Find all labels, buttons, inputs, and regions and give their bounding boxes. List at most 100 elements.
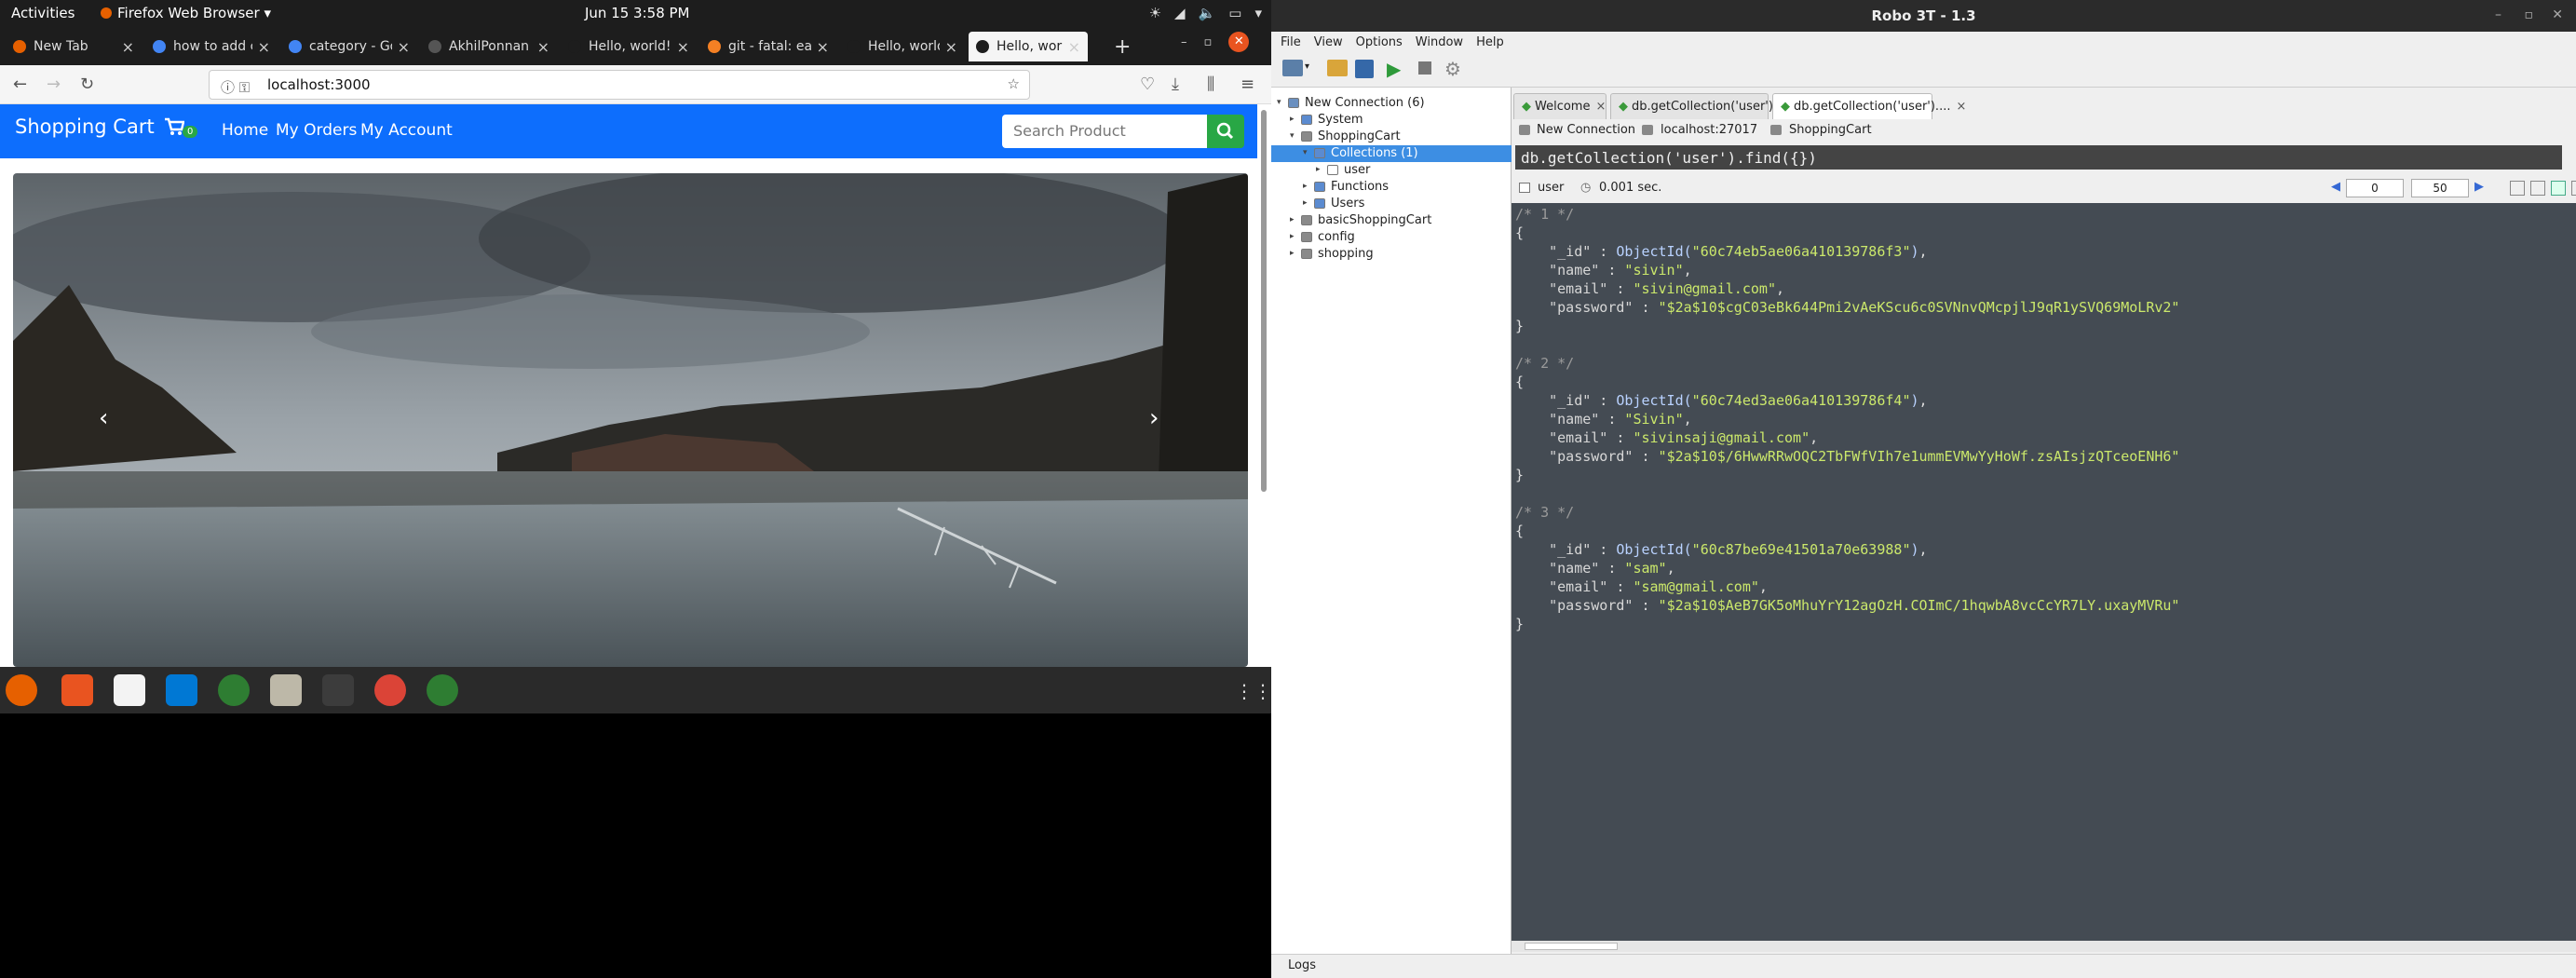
collapsed-arrow-icon[interactable]: ▸ bbox=[1290, 215, 1295, 224]
system-tray[interactable]: ☀ ◢ 🔈 ▭ ▾ bbox=[1149, 5, 1262, 21]
tree-node[interactable]: ▸ Functions bbox=[1271, 179, 1512, 196]
execute-icon[interactable]: ▶ bbox=[1387, 58, 1401, 80]
menu-file[interactable]: File bbox=[1281, 35, 1301, 49]
browser-tab[interactable]: New Tab × bbox=[6, 32, 142, 61]
prev-page-icon[interactable]: ◀ bbox=[2331, 180, 2340, 194]
close-tab-icon[interactable]: × bbox=[537, 38, 549, 56]
save-icon[interactable] bbox=[1355, 60, 1374, 78]
menu-window[interactable]: Window bbox=[1416, 35, 1463, 49]
app-menu[interactable]: Firefox Web Browser ▾ bbox=[101, 5, 271, 21]
next-page-icon[interactable]: ▶ bbox=[2474, 180, 2484, 194]
tree-node[interactable]: ▸ System bbox=[1271, 112, 1512, 129]
text-editor-icon[interactable] bbox=[114, 674, 145, 706]
menu-options[interactable]: Options bbox=[1356, 35, 1403, 49]
close-tab-icon[interactable]: × bbox=[258, 38, 270, 56]
collapsed-arrow-icon[interactable]: ▸ bbox=[1316, 165, 1321, 174]
close-icon[interactable]: ✕ bbox=[1228, 32, 1250, 52]
activities-button[interactable]: Activities bbox=[11, 5, 75, 21]
maximize-icon[interactable]: ▫ bbox=[2525, 7, 2534, 22]
show-apps-icon[interactable]: ⋮⋮ bbox=[1235, 680, 1272, 702]
search-product-input[interactable]: Search Product bbox=[1002, 115, 1207, 148]
collapsed-arrow-icon[interactable]: ▸ bbox=[1290, 232, 1295, 241]
search-button[interactable] bbox=[1207, 115, 1244, 148]
chevron-down-icon[interactable]: ▾ bbox=[1305, 61, 1309, 72]
vscode-icon[interactable] bbox=[166, 674, 197, 706]
browser-tab[interactable]: Hello, world! × bbox=[969, 32, 1088, 61]
collapsed-arrow-icon[interactable]: ▸ bbox=[1290, 249, 1295, 258]
page-scrollbar[interactable] bbox=[1261, 110, 1267, 492]
clock[interactable]: Jun 15 3:58 PM bbox=[585, 5, 690, 21]
close-tab-icon[interactable]: × bbox=[677, 38, 689, 56]
collapsed-arrow-icon[interactable]: ▸ bbox=[1303, 198, 1308, 208]
site-info-icon[interactable]: ⓘ ⚿ bbox=[221, 77, 250, 97]
robo3t-icon[interactable] bbox=[427, 674, 458, 706]
query-tab[interactable]: ◆ Welcome × bbox=[1513, 93, 1607, 119]
tree-node[interactable]: ▸ basicShoppingCart bbox=[1271, 212, 1512, 229]
collapsed-arrow-icon[interactable]: ▸ bbox=[1303, 182, 1308, 191]
nav-my-account-link[interactable]: My Account bbox=[360, 121, 453, 140]
tree-node[interactable]: ▾ New Connection (6) bbox=[1271, 95, 1512, 112]
carousel-next-icon[interactable]: › bbox=[1149, 404, 1159, 432]
close-tab-icon[interactable]: × bbox=[1595, 100, 1606, 114]
close-tab-icon[interactable]: × bbox=[817, 38, 829, 56]
browser-tab[interactable]: Hello, world! × bbox=[840, 32, 965, 61]
library-icon[interactable]: ⫼ bbox=[1207, 75, 1214, 94]
tree-node[interactable]: ▸ config bbox=[1271, 229, 1512, 246]
reload-icon[interactable]: ↻ bbox=[80, 75, 94, 94]
tree-node[interactable]: ▸ Users bbox=[1271, 196, 1512, 212]
connect-icon[interactable] bbox=[1282, 60, 1303, 76]
nav-my-orders-link[interactable]: My Orders bbox=[276, 121, 357, 140]
browser-tab[interactable]: git - fatal: ear × bbox=[700, 32, 836, 61]
back-icon[interactable]: ← bbox=[13, 75, 27, 94]
menu-view[interactable]: View bbox=[1314, 35, 1343, 49]
close-icon[interactable]: ✕ bbox=[2552, 7, 2563, 22]
menu-help[interactable]: Help bbox=[1476, 35, 1504, 49]
expanded-arrow-icon[interactable]: ▾ bbox=[1290, 131, 1295, 141]
tree-node[interactable]: ▸ user bbox=[1271, 162, 1512, 179]
firefox-icon[interactable] bbox=[6, 674, 37, 706]
forward-icon[interactable]: → bbox=[47, 75, 61, 94]
expanded-arrow-icon[interactable]: ▾ bbox=[1277, 98, 1281, 107]
table-view-icon[interactable] bbox=[2530, 181, 2545, 196]
maximize-icon[interactable]: ▫ bbox=[1204, 35, 1213, 49]
results-text-view[interactable]: /* 1 */{ "_id" : ObjectId("60c74eb5ae06a… bbox=[1512, 203, 2576, 941]
stop-icon[interactable] bbox=[1418, 61, 1431, 75]
image-carousel[interactable]: ‹ › bbox=[13, 173, 1248, 667]
browser-tab[interactable]: category - Go × bbox=[281, 32, 417, 61]
new-tab-button[interactable]: + bbox=[1114, 35, 1131, 59]
tree-view-icon[interactable] bbox=[2510, 181, 2525, 196]
nav-home-link[interactable]: Home bbox=[222, 121, 268, 140]
page-from-input[interactable]: 0 bbox=[2346, 179, 2404, 197]
tree-node[interactable]: ▸ shopping bbox=[1271, 246, 1512, 263]
close-tab-icon[interactable]: × bbox=[122, 38, 134, 56]
query-tab[interactable]: ◆ db.getCollection('user').... × bbox=[1772, 93, 1966, 119]
bookmark-star-icon[interactable]: ☆ bbox=[1008, 75, 1020, 92]
tools-icon[interactable]: ⚙ bbox=[1444, 58, 1461, 80]
downloads-icon[interactable]: ⤓ bbox=[1172, 75, 1179, 94]
open-folder-icon[interactable] bbox=[1327, 60, 1348, 76]
minimize-icon[interactable]: – bbox=[2495, 7, 2501, 22]
menu-icon[interactable]: ≡ bbox=[1241, 75, 1254, 94]
close-tab-icon[interactable]: × bbox=[945, 38, 957, 56]
close-tab-icon[interactable]: × bbox=[1068, 38, 1080, 56]
close-tab-icon[interactable]: × bbox=[1956, 100, 1966, 114]
page-size-input[interactable]: 50 bbox=[2411, 179, 2469, 197]
browser-tab[interactable]: Hello, world! × bbox=[561, 32, 697, 61]
browser-tab[interactable]: AkhilPonnan × bbox=[421, 32, 557, 61]
chrome-icon[interactable] bbox=[374, 674, 406, 706]
minimize-icon[interactable]: – bbox=[1181, 35, 1187, 49]
logs-tab[interactable]: Logs bbox=[1288, 958, 1316, 972]
browser-tab[interactable]: how to add c × bbox=[145, 32, 278, 61]
close-tab-icon[interactable]: × bbox=[398, 38, 410, 56]
results-horizontal-scrollbar[interactable] bbox=[1512, 941, 2576, 952]
tree-node[interactable]: ▾ Collections (1) bbox=[1271, 145, 1512, 162]
maximize-output-icon[interactable] bbox=[2571, 181, 2576, 196]
collapsed-arrow-icon[interactable]: ▸ bbox=[1290, 115, 1295, 124]
terminal-icon[interactable] bbox=[322, 674, 354, 706]
tree-node[interactable]: ▾ ShoppingCart bbox=[1271, 129, 1512, 145]
cart-icon[interactable] bbox=[164, 117, 184, 136]
software-icon[interactable] bbox=[61, 674, 93, 706]
robo3t-icon[interactable] bbox=[218, 674, 250, 706]
query-editor[interactable]: db.getCollection('user').find({}) bbox=[1515, 145, 2562, 170]
files-icon[interactable] bbox=[270, 674, 302, 706]
